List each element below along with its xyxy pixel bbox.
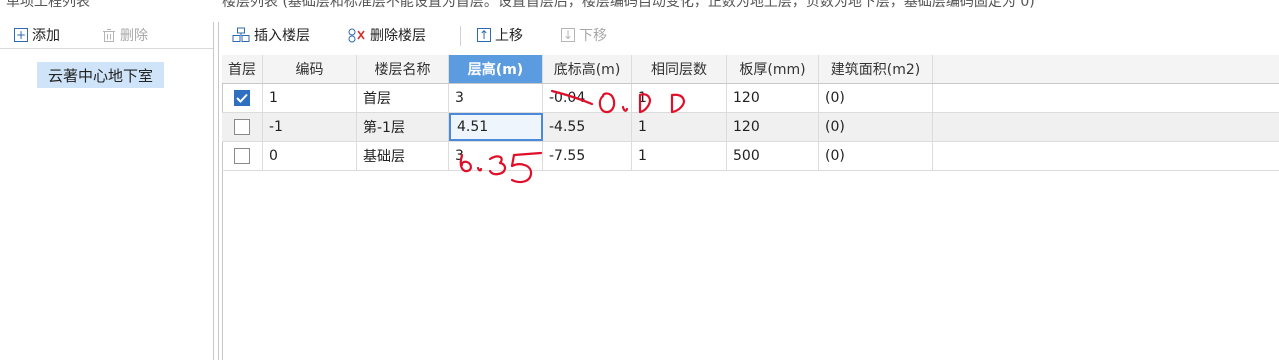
panel-divider-inner	[218, 22, 219, 360]
grid-header: 首层 编码 楼层名称 层高(m) 底标高(m) 相同层数 板厚(mm) 建筑面积…	[222, 55, 1279, 84]
toolbar-separator	[460, 26, 461, 46]
left-panel-title: 单项工程列表	[6, 0, 90, 10]
delete-project-button[interactable]: 删除	[102, 25, 148, 45]
table-row[interactable]: -1 第-1层 4.51 -4.55 1 120 (0)	[222, 113, 1279, 142]
cell-code[interactable]: -1	[263, 113, 357, 141]
delete-label: 删除	[120, 28, 148, 44]
cell-building-area[interactable]: (0)	[819, 113, 933, 141]
right-panel-title: 楼层列表 (基础层和标准层不能设置为首层。设置首层后，楼层编码自动变化，正数为地…	[222, 0, 1035, 10]
cell-building-area[interactable]: (0)	[819, 142, 933, 170]
first-floor-checkbox-cell[interactable]	[222, 142, 263, 170]
left-toolbar: + 添加 删除	[0, 22, 213, 48]
cell-bottom-elevation[interactable]: -7.55	[543, 142, 632, 170]
cell-same-floors[interactable]: 1	[632, 142, 727, 170]
first-floor-checkbox-cell[interactable]	[222, 84, 263, 112]
move-up-button[interactable]: ↑ 上移	[477, 25, 523, 45]
arrow-up-icon: ↑	[477, 28, 491, 42]
checkbox-unchecked[interactable]	[234, 148, 250, 164]
cell-slab-thickness[interactable]: 500	[727, 142, 819, 170]
table-row[interactable]: 1 首层 3 -0.04 1 120 (0)	[222, 84, 1279, 113]
delete-floor-label: 删除楼层	[370, 28, 426, 44]
column-header-floor-name[interactable]: 楼层名称	[357, 55, 449, 83]
column-header-first-floor[interactable]: 首层	[222, 55, 263, 83]
delete-floor-button[interactable]: 删除楼层	[348, 25, 426, 45]
floor-toolbar: 插入楼层 删除楼层 ↑ 上移 ↓ 下移	[222, 22, 1279, 50]
cell-floor-height[interactable]: 3	[449, 142, 543, 170]
cell-bottom-elevation[interactable]: -0.04	[543, 84, 632, 112]
table-row[interactable]: 0 基础层 3 -7.55 1 500 (0)	[222, 142, 1279, 171]
trash-icon	[103, 28, 115, 42]
floor-grid: 首层 编码 楼层名称 层高(m) 底标高(m) 相同层数 板厚(mm) 建筑面积…	[222, 55, 1279, 360]
arrow-down-icon: ↓	[561, 28, 575, 42]
cell-floor-name[interactable]: 第-1层	[357, 113, 449, 141]
move-down-button[interactable]: ↓ 下移	[561, 25, 607, 45]
first-floor-checkbox-cell[interactable]	[222, 113, 263, 141]
cell-floor-height[interactable]: 3	[449, 84, 543, 112]
column-header-building-area[interactable]: 建筑面积(m2)	[819, 55, 933, 83]
cell-same-floors[interactable]: 1	[632, 113, 727, 141]
cell-building-area[interactable]: (0)	[819, 84, 933, 112]
panel-divider	[213, 22, 214, 360]
cell-floor-name[interactable]: 基础层	[357, 142, 449, 170]
cell-same-floors[interactable]: 1	[632, 84, 727, 112]
checkmark-icon	[236, 93, 248, 103]
project-list-item[interactable]: 云著中心地下室	[37, 62, 164, 88]
insert-floor-label: 插入楼层	[254, 28, 310, 44]
column-header-same-floors[interactable]: 相同层数	[632, 55, 727, 83]
checkbox-unchecked[interactable]	[234, 119, 250, 135]
column-header-slab-thickness[interactable]: 板厚(mm)	[727, 55, 819, 83]
cell-slab-thickness[interactable]: 120	[727, 113, 819, 141]
cell-code[interactable]: 1	[263, 84, 357, 112]
column-header-code[interactable]: 编码	[263, 55, 357, 83]
add-button[interactable]: + 添加	[14, 25, 60, 45]
move-up-label: 上移	[495, 28, 523, 44]
cell-code[interactable]: 0	[263, 142, 357, 170]
insert-floor-button[interactable]: 插入楼层	[232, 25, 310, 45]
cell-floor-height-active[interactable]: 4.51	[449, 113, 543, 141]
add-label: 添加	[32, 28, 60, 44]
column-header-floor-height[interactable]: 层高(m)	[449, 55, 543, 83]
checkbox-checked[interactable]	[234, 90, 250, 106]
left-toolbar-divider	[0, 48, 213, 49]
column-header-bottom-elevation[interactable]: 底标高(m)	[543, 55, 632, 83]
cell-bottom-elevation[interactable]: -4.55	[543, 113, 632, 141]
add-icon: +	[14, 28, 28, 42]
move-down-label: 下移	[579, 28, 607, 44]
insert-floor-icon	[232, 27, 250, 42]
cell-slab-thickness[interactable]: 120	[727, 84, 819, 112]
cell-floor-name[interactable]: 首层	[357, 84, 449, 112]
delete-floor-icon	[348, 28, 365, 43]
